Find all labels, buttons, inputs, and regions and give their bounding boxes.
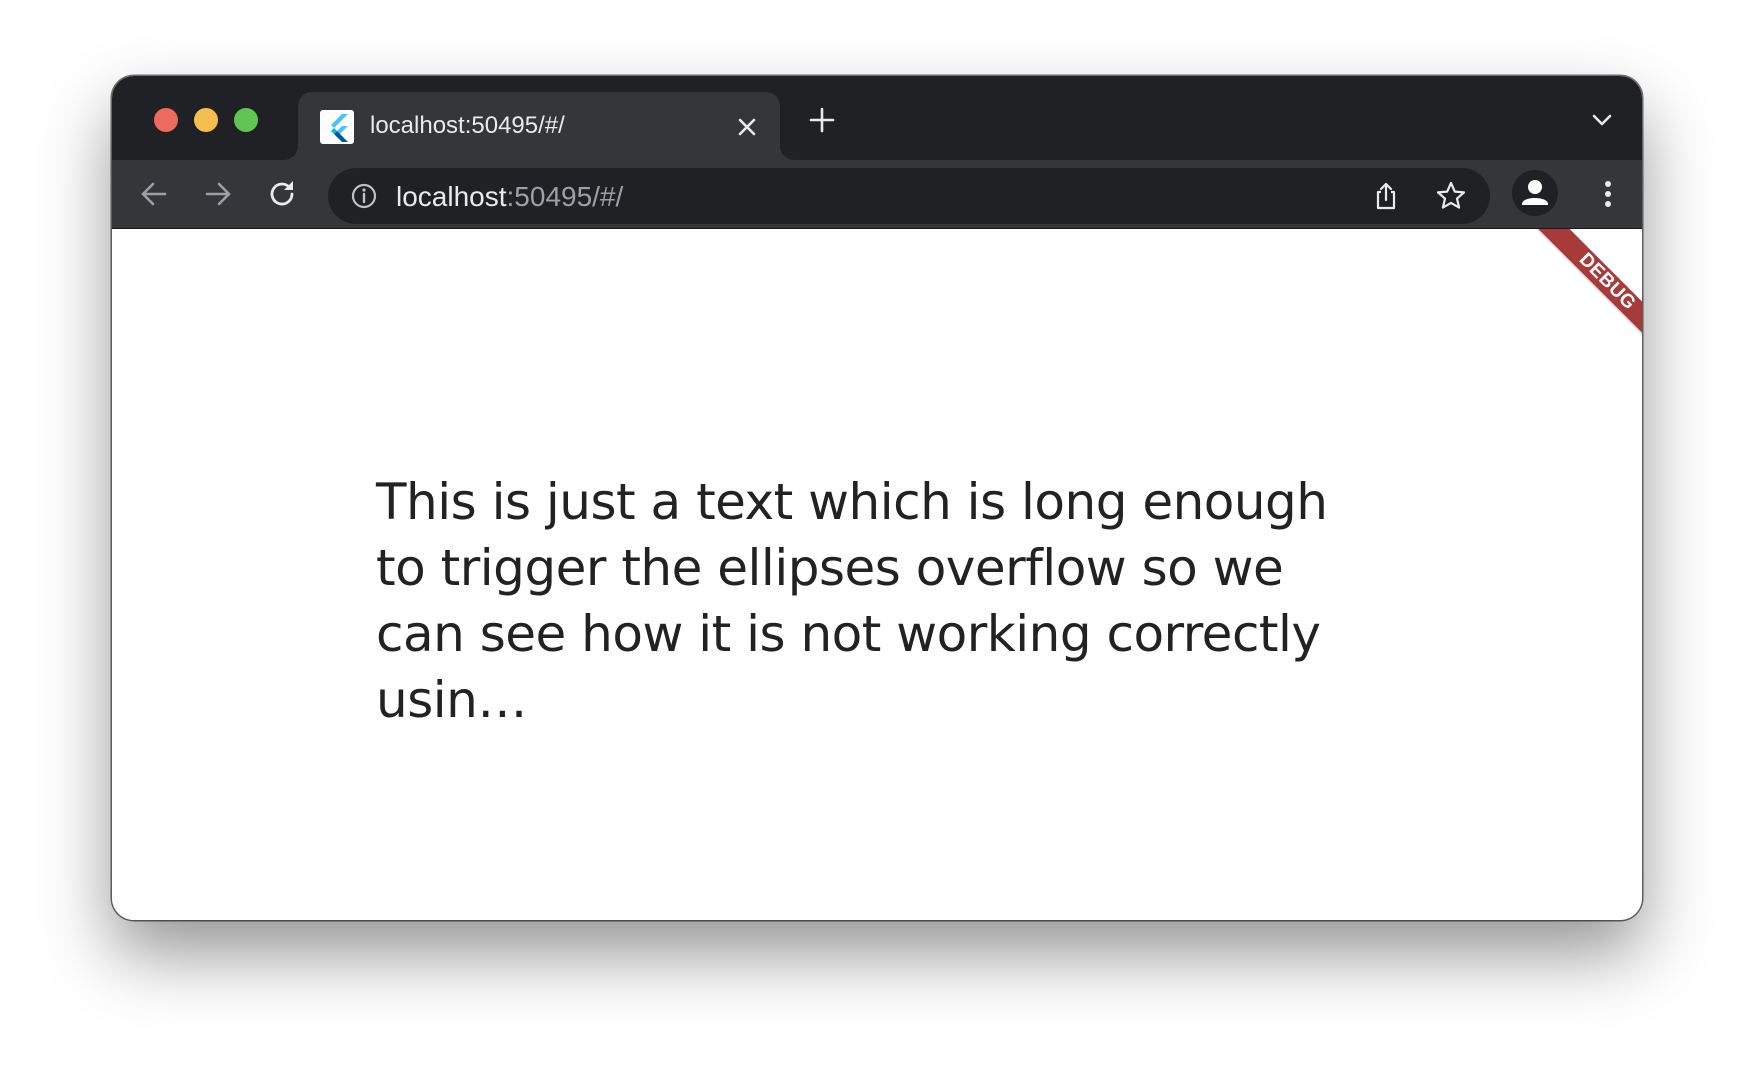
debug-banner: DEBUG — [1532, 229, 1642, 357]
url-path: :50495/#/ — [506, 181, 624, 212]
tab-strip: localhost:50495/#/ — [112, 76, 1642, 160]
plus-icon[interactable] — [802, 100, 842, 140]
url-host: localhost — [396, 181, 507, 212]
tab-active[interactable]: localhost:50495/#/ — [298, 92, 780, 160]
page-content: This is just a text which is long enough… — [112, 229, 1642, 920]
close-icon[interactable] — [732, 112, 762, 142]
close-window-button[interactable] — [154, 108, 178, 132]
address-bar[interactable]: localhost:50495/#/ — [328, 168, 1490, 224]
share-icon[interactable] — [1370, 180, 1402, 212]
browser-window: localhost:50495/#/ localhost:50495/#/ Th… — [112, 76, 1642, 920]
info-icon[interactable] — [350, 182, 378, 210]
reload-icon[interactable] — [262, 174, 302, 214]
arrow-left-icon[interactable] — [134, 174, 174, 214]
minimize-window-button[interactable] — [194, 108, 218, 132]
tab-title: localhost:50495/#/ — [370, 112, 565, 139]
profile-icon[interactable] — [1512, 170, 1558, 216]
chevron-down-icon[interactable] — [1586, 104, 1618, 136]
ellipsis-text: This is just a text which is long enough… — [376, 473, 1328, 729]
kebab-menu-icon[interactable] — [1588, 174, 1628, 214]
url-text[interactable]: localhost:50495/#/ — [396, 181, 623, 213]
flutter-logo-icon — [320, 110, 354, 144]
browser-toolbar: localhost:50495/#/ — [112, 160, 1642, 229]
arrow-right-icon[interactable] — [198, 174, 238, 214]
star-icon[interactable] — [1434, 179, 1468, 213]
maximize-window-button[interactable] — [234, 108, 258, 132]
